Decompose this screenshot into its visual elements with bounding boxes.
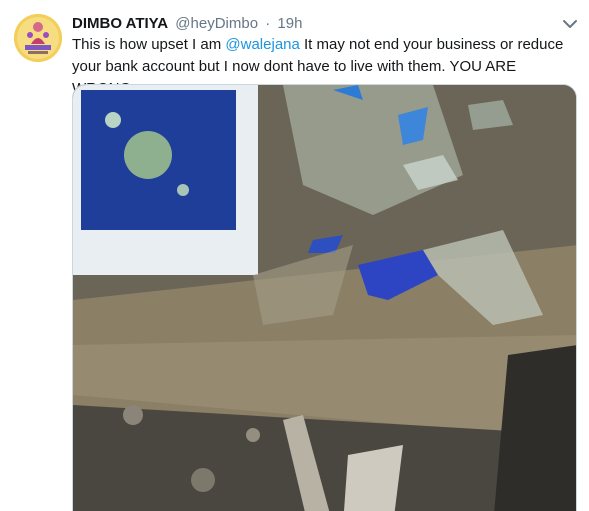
- user-handle[interactable]: @heyDimbo: [175, 15, 258, 32]
- tweet[interactable]: DIMBO ATIYA @heyDimbo · 19h This is how …: [0, 0, 589, 511]
- separator-dot: ·: [265, 15, 271, 32]
- chevron-down-icon: [563, 20, 577, 28]
- tweet-media[interactable]: [72, 84, 577, 511]
- broken-glass-photo: [73, 85, 576, 511]
- tweet-header: DIMBO ATIYA @heyDimbo · 19h: [72, 14, 302, 34]
- tweet-text-before: This is how upset I am: [72, 36, 226, 53]
- timestamp[interactable]: 19h: [277, 15, 302, 32]
- mention-link[interactable]: @walejana: [225, 36, 299, 53]
- tweet-menu-button[interactable]: [560, 14, 580, 34]
- avatar-image: [14, 14, 62, 62]
- display-name[interactable]: DIMBO ATIYA: [72, 15, 168, 32]
- avatar[interactable]: [14, 14, 62, 62]
